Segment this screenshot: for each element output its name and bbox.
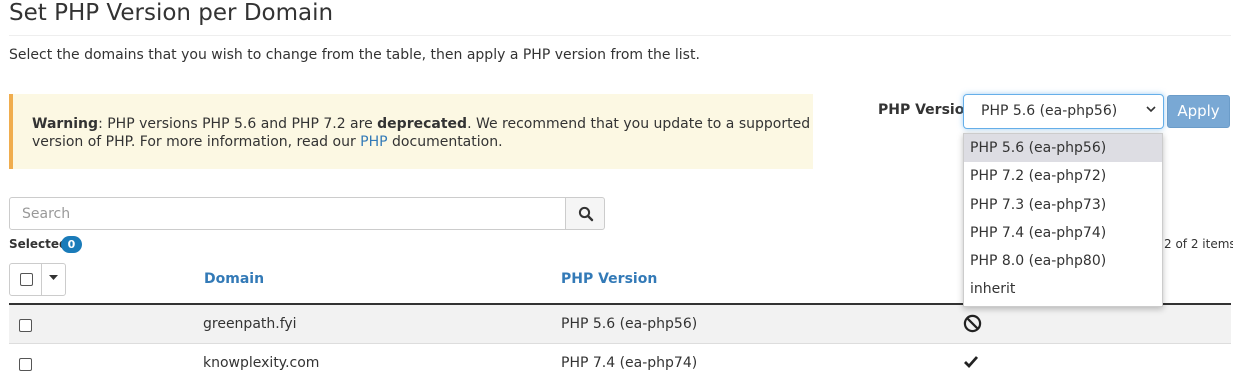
php-version-selected-value: PHP 5.6 (ea-php56) <box>981 103 1118 119</box>
table-row: knowplexity.com PHP 7.4 (ea-php74) <box>9 343 1231 381</box>
php-version-option[interactable]: PHP 8.0 (ea-php80) <box>964 247 1162 275</box>
selected-label: Selected <box>9 237 68 251</box>
php-version-cell: PHP 5.6 (ea-php56) <box>561 316 698 332</box>
select-all-checkbox[interactable] <box>20 273 33 286</box>
page-title: Set PHP Version per Domain <box>9 0 334 26</box>
title-divider <box>9 35 1231 36</box>
php-version-option[interactable]: PHP 7.4 (ea-php74) <box>964 219 1162 247</box>
php-version-option[interactable]: inherit <box>964 275 1162 303</box>
warning-text-before: : PHP versions PHP 5.6 and PHP 7.2 are <box>98 116 378 132</box>
chevron-down-icon <box>1146 103 1156 118</box>
search-button[interactable] <box>565 197 605 230</box>
apply-button[interactable]: Apply <box>1167 95 1230 128</box>
column-header-php-version[interactable]: PHP Version <box>561 271 657 287</box>
php-version-options: PHP 5.6 (ea-php56) PHP 7.2 (ea-php72) PH… <box>963 133 1163 307</box>
page-description: Select the domains that you wish to chan… <box>9 47 700 63</box>
php-version-option[interactable]: PHP 7.2 (ea-php72) <box>964 162 1162 190</box>
php-version-cell: PHP 7.4 (ea-php74) <box>561 355 698 371</box>
search-input[interactable]: Search <box>9 197 566 230</box>
column-header-domain[interactable]: Domain <box>204 271 264 287</box>
php-docs-link[interactable]: PHP <box>360 134 387 150</box>
ban-icon <box>963 314 982 337</box>
warning-text-end: documentation. <box>387 134 503 150</box>
select-divider <box>41 264 42 295</box>
php-version-option[interactable]: PHP 5.6 (ea-php56) <box>964 134 1162 163</box>
row-checkbox[interactable] <box>19 319 32 332</box>
php-version-select[interactable]: PHP 5.6 (ea-php56) <box>963 94 1164 129</box>
php-version-option[interactable]: PHP 7.3 (ea-php73) <box>964 191 1162 219</box>
domain-cell: knowplexity.com <box>203 355 320 371</box>
caret-down-icon[interactable] <box>49 274 58 284</box>
row-checkbox[interactable] <box>19 358 32 371</box>
domain-cell: greenpath.fyi <box>203 316 297 332</box>
deprecation-warning: Warning: PHP versions PHP 5.6 and PHP 7.… <box>9 94 813 169</box>
select-all-control[interactable] <box>9 263 66 296</box>
search-icon <box>578 206 594 226</box>
table-row: greenpath.fyi PHP 5.6 (ea-php56) <box>9 305 1231 343</box>
warning-deprecated: deprecated <box>377 116 468 132</box>
warning-label: Warning <box>32 116 99 132</box>
php-version-label: PHP Version <box>878 102 975 118</box>
items-count: 2 of 2 items <box>1164 237 1233 251</box>
check-icon <box>963 355 979 373</box>
selected-count-badge: 0 <box>61 236 82 253</box>
